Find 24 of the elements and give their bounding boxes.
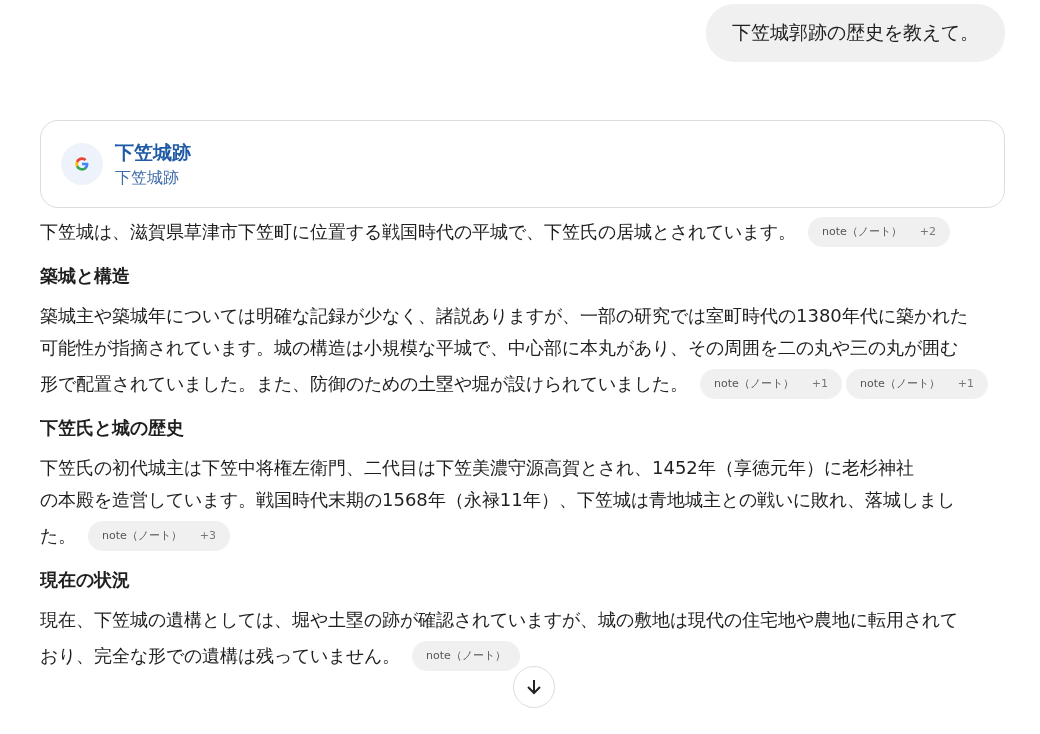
paragraph-line: 現在、下笠城の遺構としては、堀や土塁の跡が確認されていますが、城の敷地は現代の住宅地や農地に転用されて xyxy=(40,608,958,632)
source-card[interactable]: 下笠城跡 下笠城跡 xyxy=(40,120,1005,208)
citation-chip[interactable]: note（ノート） +3 xyxy=(88,521,230,551)
paragraph-line: の本殿を造営しています。戦国時代末期の1568年（永禄11年）、下笠城は青地城主との戦いに敗れ、落城しまし xyxy=(40,488,955,512)
section-heading: 下笠氏と城の歴史 xyxy=(40,416,185,440)
user-message: 下笠城郭跡の歴史を教えて。 xyxy=(706,4,1005,62)
paragraph-line: おり、完全な形での遺構は残っていません。 xyxy=(40,644,400,668)
scroll-down-button[interactable] xyxy=(513,666,555,708)
section-heading: 現在の状況 xyxy=(40,568,131,592)
citation-chip[interactable]: note（ノート） xyxy=(412,641,520,671)
citation-chip[interactable]: note（ノート） +1 xyxy=(846,369,989,399)
section-heading: 築城と構造 xyxy=(40,264,131,288)
citation-chip[interactable]: note（ノート） +2 xyxy=(808,217,950,247)
citation-chip[interactable]: note（ノート） +1 xyxy=(700,369,842,399)
paragraph-line: 可能性が指摘されています。城の構造は小規模な平城で、中心部に本丸があり、その周囲を二の丸や三の丸が囲む xyxy=(40,336,958,360)
google-logo-icon xyxy=(61,143,103,185)
paragraph-line: 形で配置されていました。また、防御のための土塁や堀が設けられていました。 xyxy=(40,372,688,396)
source-title: 下笠城跡 xyxy=(115,139,191,165)
paragraph-line: 築城主や築城年については明確な記録が少なく、諸説ありますが、一部の研究では室町時代の1380年代に築かれた xyxy=(40,304,968,328)
paragraph-line: た。 xyxy=(40,524,76,548)
paragraph-line: 下笠城は、滋賀県草津市下笠町に位置する戦国時代の平城で、下笠氏の居城とされています。 xyxy=(40,220,796,244)
paragraph-line: 下笠氏の初代城主は下笠中将権左衛門、二代目は下笠美濃守源高賀とされ、1452年（享徳元年）に老杉神社 xyxy=(40,456,914,480)
down-arrow-icon xyxy=(524,677,544,697)
source-subtitle: 下笠城跡 xyxy=(115,167,180,189)
